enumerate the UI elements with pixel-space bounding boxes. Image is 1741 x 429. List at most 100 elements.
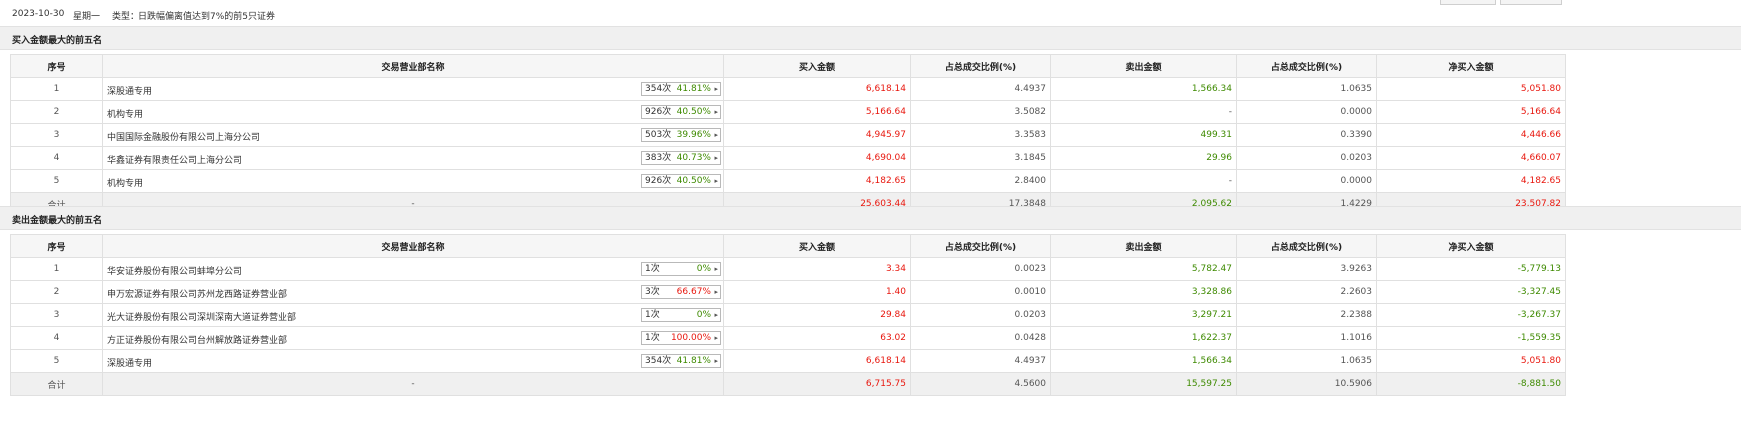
column-header[interactable]: 交易营业部名称: [102, 54, 724, 78]
broker-stats-badge[interactable]: 354次 41.81% ▸: [641, 354, 721, 368]
win-rate: 39.96%: [676, 130, 711, 140]
sell-ratio: 2.2388: [1236, 303, 1377, 327]
type-label: 类型：: [112, 12, 140, 22]
sell-section-title-text: 卖出金额最大的前五名: [12, 216, 103, 226]
row-index: 1: [10, 257, 103, 281]
broker-stats-badge[interactable]: 503次 39.96% ▸: [641, 128, 721, 142]
broker-name[interactable]: 华安证券股份有限公司蚌埠分公司: [107, 264, 242, 277]
total-buy-ratio: 4.5600: [910, 372, 1051, 396]
broker-name[interactable]: 方正证券股份有限公司台州解放路证券营业部: [107, 333, 287, 346]
chevron-right-icon: ▸: [714, 265, 718, 273]
buy-amount: 6,618.14: [723, 77, 911, 101]
broker-stats-badge[interactable]: 3次 66.67% ▸: [641, 285, 721, 299]
column-header[interactable]: 序号: [10, 54, 103, 78]
broker-stats-badge[interactable]: 1次 0% ▸: [641, 308, 721, 322]
column-header[interactable]: 净买入金额: [1376, 234, 1566, 258]
buy-amount: 29.84: [723, 303, 911, 327]
buy-ratio: 0.0203: [910, 303, 1051, 327]
net-amount: -5,779.13: [1376, 257, 1566, 281]
chevron-right-icon: ▸: [714, 108, 718, 116]
buy-table-header: 序号 交易营业部名称 买入金额 占总成交比例(%) 卖出金额 占总成交比例(%) 净买入金额: [10, 54, 1566, 78]
buy-ratio: 4.4937: [910, 77, 1051, 101]
column-header[interactable]: 买入金额: [723, 54, 911, 78]
column-header[interactable]: 占总成交比例(%): [1236, 54, 1377, 78]
broker-stats-badge[interactable]: 926次 40.50% ▸: [641, 174, 721, 188]
broker-name[interactable]: 深股通专用: [107, 84, 152, 97]
win-rate: 66.67%: [676, 287, 711, 297]
column-header[interactable]: 占总成交比例(%): [1236, 234, 1377, 258]
broker-name[interactable]: 机构专用: [107, 107, 143, 120]
listing-count: 503次: [645, 130, 672, 140]
column-header[interactable]: 买入金额: [723, 234, 911, 258]
broker-name[interactable]: 华鑫证券有限责任公司上海分公司: [107, 153, 242, 166]
column-header[interactable]: 占总成交比例(%): [910, 234, 1051, 258]
column-header[interactable]: 交易营业部名称: [102, 234, 724, 258]
top-button-2[interactable]: [1500, 0, 1562, 5]
win-rate: 100.00%: [670, 333, 711, 343]
net-amount: 4,182.65: [1376, 169, 1566, 193]
row-index: 5: [10, 169, 103, 193]
broker-stats-badge[interactable]: 354次 41.81% ▸: [641, 82, 721, 96]
broker-name[interactable]: 申万宏源证券有限公司苏州龙西路证券营业部: [107, 287, 287, 300]
listing-count: 354次: [645, 84, 672, 94]
column-header[interactable]: 净买入金额: [1376, 54, 1566, 78]
broker-name[interactable]: 机构专用: [107, 176, 143, 189]
column-header[interactable]: 卖出金额: [1050, 234, 1237, 258]
buy-ratio: 3.3583: [910, 123, 1051, 147]
sell-ratio: 3.9263: [1236, 257, 1377, 281]
net-amount: 5,166.64: [1376, 100, 1566, 124]
broker-name[interactable]: 深股通专用: [107, 356, 152, 369]
row-index: 5: [10, 349, 103, 373]
sell-amount: 29.96: [1050, 146, 1237, 170]
buy-ratio: 3.1845: [910, 146, 1051, 170]
win-rate: 40.73%: [676, 153, 711, 163]
top-button-1[interactable]: [1440, 0, 1496, 5]
total-net-amount: -8,881.50: [1376, 372, 1566, 396]
net-amount: -3,327.45: [1376, 280, 1566, 304]
sell-ratio: 1.0635: [1236, 77, 1377, 101]
row-index: 2: [10, 100, 103, 124]
table-row: 2 申万宏源证券有限公司苏州龙西路证券营业部 3次 66.67% ▸ 1.40 0.0010…: [10, 280, 1566, 304]
sell-ratio: 0.3390: [1236, 123, 1377, 147]
broker-name[interactable]: 中国国际金融股份有限公司上海分公司: [107, 130, 260, 143]
sell-ratio: 2.2603: [1236, 280, 1377, 304]
column-header[interactable]: 占总成交比例(%): [910, 54, 1051, 78]
broker-stats-badge[interactable]: 1次 0% ▸: [641, 262, 721, 276]
broker-cell: 申万宏源证券有限公司苏州龙西路证券营业部 3次 66.67% ▸: [102, 280, 724, 304]
buy-amount: 4,690.04: [723, 146, 911, 170]
sell-amount: -: [1050, 169, 1237, 193]
column-header[interactable]: 卖出金额: [1050, 54, 1237, 78]
broker-stats-badge[interactable]: 1次 100.00% ▸: [641, 331, 721, 345]
chevron-right-icon: ▸: [714, 357, 718, 365]
row-index: 1: [10, 77, 103, 101]
chevron-right-icon: ▸: [714, 154, 718, 162]
chevron-right-icon: ▸: [714, 85, 718, 93]
sell-amount: 1,622.37: [1050, 326, 1237, 350]
sell-amount: -: [1050, 100, 1237, 124]
sell-ratio: 1.1016: [1236, 326, 1377, 350]
column-header[interactable]: 序号: [10, 234, 103, 258]
info-bar: 2023-10-30 星期一 类型： 日跌幅偏离值达到7%的前5只证券: [0, 0, 1741, 27]
net-amount: 5,051.80: [1376, 349, 1566, 373]
listing-count: 354次: [645, 356, 672, 366]
net-amount: -3,267.37: [1376, 303, 1566, 327]
table-row: 3 光大证券股份有限公司深圳深南大道证券营业部 1次 0% ▸ 29.84 0.0203 3,…: [10, 303, 1566, 327]
type-value: 日跌幅偏离值达到7%的前5只证券: [138, 12, 276, 22]
buy-ratio: 0.0428: [910, 326, 1051, 350]
chevron-right-icon: ▸: [714, 131, 718, 139]
broker-name[interactable]: 光大证券股份有限公司深圳深南大道证券营业部: [107, 310, 296, 323]
buy-table: 序号 交易营业部名称 买入金额 占总成交比例(%) 卖出金额 占总成交比例(%) 净买入金额…: [10, 54, 1566, 216]
buy-amount: 5,166.64: [723, 100, 911, 124]
total-sell-amount: 15,597.25: [1050, 372, 1237, 396]
win-rate: 0%: [696, 264, 711, 274]
broker-stats-badge[interactable]: 383次 40.73% ▸: [641, 151, 721, 165]
listing-count: 383次: [645, 153, 672, 163]
sell-amount: 3,297.21: [1050, 303, 1237, 327]
broker-stats-badge[interactable]: 926次 40.50% ▸: [641, 105, 721, 119]
row-index: 3: [10, 303, 103, 327]
buy-amount: 4,182.65: [723, 169, 911, 193]
broker-cell: 机构专用 926次 40.50% ▸: [102, 169, 724, 193]
chevron-right-icon: ▸: [714, 334, 718, 342]
net-amount: 5,051.80: [1376, 77, 1566, 101]
trade-date: 2023-10-30: [12, 9, 65, 19]
